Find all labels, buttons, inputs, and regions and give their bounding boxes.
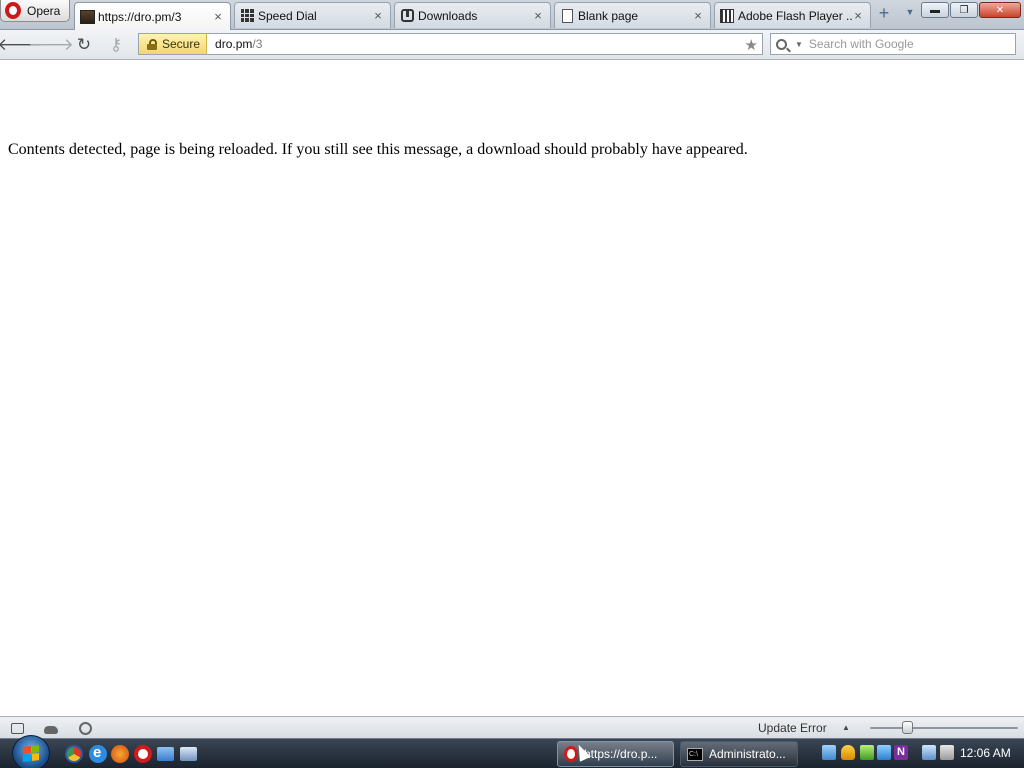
panel-toggle-icon[interactable]: [9, 721, 25, 735]
firefox-icon[interactable]: [111, 745, 129, 763]
speed-dial-grid-icon: [239, 8, 255, 24]
url-path: /3: [252, 37, 263, 51]
chrome-icon[interactable]: [65, 745, 83, 763]
windows-taskbar: https://dro.p... C:\ Administrato... N 1…: [0, 735, 1024, 768]
network-sync-icon[interactable]: [822, 745, 836, 760]
tab-title: https://dro.pm/3: [98, 9, 182, 24]
forward-arrow-icon[interactable]: 🡒: [28, 35, 74, 55]
blank-page-icon: [559, 8, 575, 24]
internet-explorer-icon[interactable]: [89, 744, 107, 763]
show-desktop-icon[interactable]: [157, 747, 174, 761]
network-icon[interactable]: [922, 745, 936, 760]
reload-icon[interactable]: ↻: [74, 35, 94, 55]
tab-adobe-flash[interactable]: Adobe Flash Player ... ×: [714, 2, 871, 28]
turbo-icon[interactable]: [77, 721, 93, 735]
update-status[interactable]: Update Error: [758, 721, 827, 735]
search-placeholder: Search with Google: [808, 37, 914, 51]
bookmark-star-icon[interactable]: ★: [745, 36, 758, 54]
clock[interactable]: 12:06 AM: [960, 746, 1011, 760]
opera-logo-icon: [5, 2, 21, 19]
switch-windows-icon[interactable]: [180, 747, 197, 761]
lock-icon: [147, 38, 157, 50]
tab-menu-chevron-icon[interactable]: ▼: [904, 7, 916, 19]
tab-close-icon[interactable]: ×: [532, 9, 544, 22]
opera-menu-label: Opera: [27, 3, 61, 18]
tab-title: Adobe Flash Player ...: [738, 8, 852, 23]
tab-close-icon[interactable]: ×: [212, 10, 224, 23]
windows-flag-icon: [23, 744, 39, 762]
navigation-toolbar: 🡐 🡒 ↻ ⚷ Secure dro.pm/3 ★ ▼ Search with …: [0, 30, 1024, 60]
security-shield-icon[interactable]: [841, 745, 855, 760]
taskbar-item-label: https://dro.p...: [584, 747, 658, 761]
status-arrow-up-icon[interactable]: ▲: [842, 723, 850, 732]
flash-player-icon: [719, 8, 735, 24]
zoom-slider-thumb[interactable]: [901, 721, 913, 734]
url-text[interactable]: dro.pm/3: [215, 37, 262, 51]
tab-speed-dial[interactable]: Speed Dial ×: [234, 2, 391, 28]
minimize-button[interactable]: ▬: [921, 2, 949, 18]
grid-app-icon[interactable]: [877, 745, 891, 760]
restore-button[interactable]: ❐: [950, 2, 978, 18]
window-controls: ▬ ❐ ✕: [921, 2, 1021, 18]
opera-icon[interactable]: [134, 745, 152, 763]
tab-bar: Opera https://dro.pm/3 × Speed Dial × Do…: [0, 0, 1024, 30]
taskbar-item-cmd[interactable]: C:\ Administrato...: [680, 741, 798, 767]
status-bar: Update Error ▲: [0, 716, 1024, 738]
tab-close-icon[interactable]: ×: [372, 9, 384, 22]
search-icon: [776, 38, 787, 50]
back-arrow-icon[interactable]: 🡐: [0, 35, 43, 55]
tab-blank-page[interactable]: Blank page ×: [554, 2, 711, 28]
search-engine-dropdown-icon[interactable]: ▼: [795, 40, 803, 49]
reload-message: Contents detected, page is being reloade…: [8, 141, 748, 158]
tab-downloads[interactable]: Downloads ×: [394, 2, 551, 28]
opera-menu-button[interactable]: Opera: [0, 0, 70, 22]
tab-title: Blank page: [578, 8, 639, 23]
taskbar-item-opera[interactable]: https://dro.p...: [557, 741, 674, 767]
security-badge[interactable]: Secure: [139, 34, 208, 54]
url-host: dro.pm: [215, 37, 253, 51]
volume-muted-icon[interactable]: [940, 745, 954, 760]
tab-title: Downloads: [418, 8, 478, 23]
checkmark-icon[interactable]: [860, 745, 874, 760]
address-bar[interactable]: Secure dro.pm/3 ★: [138, 33, 763, 55]
close-window-button[interactable]: ✕: [979, 2, 1021, 18]
dark-image-icon: [79, 9, 95, 25]
tab-close-icon[interactable]: ×: [692, 9, 704, 22]
tab-dro-pm[interactable]: https://dro.pm/3 ×: [74, 2, 231, 30]
security-label: Secure: [162, 37, 201, 51]
opera-unite-cloud-icon[interactable]: [43, 721, 59, 735]
key-icon[interactable]: ⚷: [106, 35, 126, 55]
taskbar-item-label: Administrato...: [709, 747, 786, 761]
downloads-icon: [399, 8, 415, 24]
tab-close-icon[interactable]: ×: [852, 9, 864, 22]
tab-title: Speed Dial: [258, 8, 317, 23]
zoom-slider-track[interactable]: [870, 727, 1018, 729]
search-field[interactable]: ▼ Search with Google: [770, 33, 1016, 55]
page-content: Contents detected, page is being reloade…: [0, 61, 1024, 716]
cmd-icon: C:\: [687, 747, 703, 761]
onenote-icon[interactable]: N: [894, 745, 908, 760]
new-tab-icon[interactable]: +: [876, 4, 892, 22]
start-button[interactable]: [12, 735, 50, 768]
